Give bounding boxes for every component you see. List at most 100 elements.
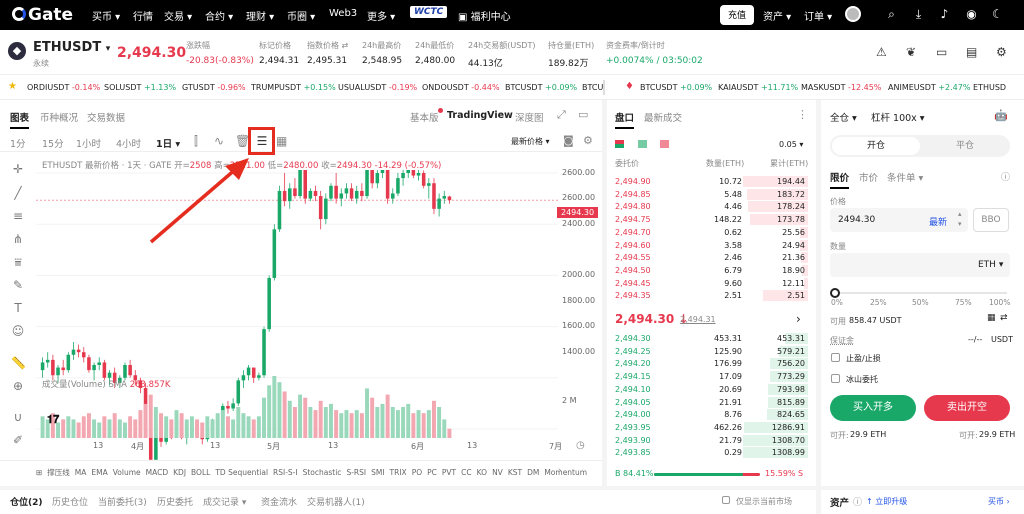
bid-row[interactable]: 2,494.00 8.76 824.65: [612, 409, 808, 421]
indicator-item[interactable]: TD Sequential: [215, 468, 268, 477]
bid-row[interactable]: 2,494.15 17.09 773.29: [612, 371, 808, 383]
indicator-item[interactable]: Momentum: [544, 468, 587, 477]
ticker-item[interactable]: SOLUSDT +1.13%: [104, 83, 176, 92]
ask-row[interactable]: 2,494.70 0.62 25.56: [612, 226, 808, 239]
margin-mode-select[interactable]: 全仓 ▾: [830, 110, 857, 124]
nav-trade[interactable]: 交易 ▾: [164, 8, 192, 23]
bid-row[interactable]: 2,493.85 0.29 1308.99: [612, 447, 808, 459]
indicator-settings-icon[interactable]: ⊞: [36, 468, 42, 477]
indicator-item[interactable]: S-RSI: [346, 468, 366, 477]
gear-icon[interactable]: ⚙: [583, 134, 593, 147]
tab-orderbook[interactable]: 盘口: [615, 110, 635, 129]
deposit-button[interactable]: 充值: [720, 5, 755, 25]
indicator-item[interactable]: PVT: [442, 468, 456, 477]
leaf-icon[interactable]: ❦: [906, 45, 916, 59]
ask-row[interactable]: 2,494.55 2.46 21.36: [612, 252, 808, 264]
sell-short-button[interactable]: 卖出开空: [924, 395, 1010, 421]
bbo-button[interactable]: BBO: [973, 208, 1009, 232]
ticker-item[interactable]: GTUSDT -0.96%: [182, 83, 246, 92]
mid-arrow-icon[interactable]: ›: [796, 312, 801, 326]
view-bids-icon[interactable]: [638, 140, 647, 148]
tab-positions[interactable]: 仓位(2): [10, 495, 43, 508]
nav-buy-crypto[interactable]: 买币 ▾: [92, 8, 120, 23]
pct-0[interactable]: 0%: [831, 298, 843, 307]
bid-row[interactable]: 2,494.30 453.31 453.31: [612, 333, 808, 345]
stepper-icon[interactable]: ▴ ▾: [958, 209, 962, 229]
qty-unit-select[interactable]: ETH ▾: [978, 260, 1003, 270]
pitchfork-icon[interactable]: ⋔: [11, 232, 25, 246]
indicator-item[interactable]: MACD: [146, 468, 168, 477]
candle-type-icon[interactable]: ⫿: [194, 134, 198, 149]
indicator-icon[interactable]: ∿: [214, 134, 224, 148]
indicator-item[interactable]: Volume: [113, 468, 141, 477]
nav-community[interactable]: 币圈 ▾: [287, 8, 315, 23]
tab-trade-data[interactable]: 交易数据: [87, 110, 125, 124]
fib-icon[interactable]: ⩸: [11, 255, 25, 269]
tab-overview[interactable]: 币种概况: [40, 110, 78, 124]
chevron-right-icon[interactable]: ›: [558, 466, 562, 476]
indicator-item[interactable]: MA: [75, 468, 87, 477]
upgrade-link[interactable]: ↑ 立即升级: [866, 496, 907, 507]
robot-icon[interactable]: 🤖: [994, 109, 1008, 122]
tpsl-checkbox[interactable]: [831, 353, 840, 362]
latest-price-button[interactable]: 最新: [929, 215, 947, 228]
info-icon[interactable]: ⓘ: [853, 495, 862, 508]
ask-row[interactable]: 2,494.90 10.72 194.44: [612, 176, 808, 188]
bid-row[interactable]: 2,493.95 462.26 1286.91: [612, 421, 808, 434]
brush-icon[interactable]: ✎: [11, 278, 25, 292]
bid-row[interactable]: 2,494.25 125.90 579.21: [612, 345, 808, 358]
close-tab[interactable]: 平仓: [922, 137, 1008, 155]
camera-icon[interactable]: ◙: [563, 134, 574, 147]
ticker-item[interactable]: USUALUSDT -0.19%: [338, 83, 417, 92]
indicator-item[interactable]: DM: [527, 468, 539, 477]
tab-tradingview[interactable]: TradingView: [447, 110, 513, 121]
interval-1h[interactable]: 1小时: [76, 136, 101, 150]
tab-trading-bot[interactable]: 交易机器人(1): [307, 495, 365, 508]
ticker-item[interactable]: BTCUSDT +0.09%: [640, 83, 712, 92]
trendline-icon[interactable]: ╱: [11, 186, 25, 200]
order-type-limit[interactable]: 限价: [830, 170, 850, 189]
clock-icon[interactable]: ◷: [576, 440, 585, 451]
crosshair-icon[interactable]: ✛: [11, 162, 25, 176]
moon-icon[interactable]: ☾: [991, 8, 1004, 21]
pct-50[interactable]: 50%: [912, 298, 929, 307]
download-icon[interactable]: ⤓: [912, 8, 925, 21]
horizontal-lines-icon[interactable]: ≡: [11, 209, 25, 223]
wctc-badge[interactable]: WCTC: [410, 6, 448, 18]
bid-row[interactable]: 2,494.20 176.99 756.20: [612, 358, 808, 370]
buy-coin-link[interactable]: 买币 ›: [988, 496, 1010, 507]
ticker-item[interactable]: ORDIUSDT -0.14%: [27, 83, 100, 92]
tab-position-history[interactable]: 历史仓位: [52, 495, 88, 508]
interval-15m[interactable]: 15分: [42, 136, 64, 150]
indicator-item[interactable]: PC: [427, 468, 437, 477]
qty-slider-thumb[interactable]: [830, 288, 840, 298]
current-market-label[interactable]: 仅显示当前市场: [736, 496, 792, 507]
bid-row[interactable]: 2,494.10 20.69 793.98: [612, 383, 808, 396]
ticker-item[interactable]: ETHUSD: [973, 83, 1006, 92]
nav-assets[interactable]: 资产 ▾: [763, 8, 791, 23]
open-tab[interactable]: 开仓: [832, 137, 920, 155]
ticker-item[interactable]: BTCUSDT +0.09%: [505, 83, 577, 92]
leverage-select[interactable]: 杠杆 100x ▾: [871, 110, 925, 124]
info-icon[interactable]: ⓘ: [1001, 170, 1010, 183]
ask-row[interactable]: 2,494.45 9.60 12.11: [612, 277, 808, 290]
buy-long-button[interactable]: 买入开多: [830, 395, 916, 421]
indicator-item[interactable]: 撑压线: [47, 467, 70, 478]
expand-icon[interactable]: ⤢: [557, 108, 566, 122]
tab-chart[interactable]: 图表: [10, 110, 30, 129]
tab-trade-history[interactable]: 成交记录 ▾: [203, 495, 246, 508]
indicator-item[interactable]: PO: [412, 468, 422, 477]
symbol-selector[interactable]: ETHUSDT ▾: [33, 40, 110, 55]
settings-icon[interactable]: ⚙: [996, 45, 1007, 59]
ticket-icon[interactable]: ▭: [936, 45, 947, 59]
indicator-item[interactable]: BOLL: [191, 468, 210, 477]
interval-1d[interactable]: 1日 ▾: [156, 136, 180, 150]
ask-row[interactable]: 2,494.80 4.46 178.24: [612, 201, 808, 213]
search-icon[interactable]: ⌕: [885, 8, 898, 21]
nav-markets[interactable]: 行情: [133, 8, 153, 23]
nav-orders[interactable]: 订单 ▾: [804, 8, 832, 23]
indicator-item[interactable]: KDJ: [173, 468, 186, 477]
qty-input[interactable]: ETH ▾: [830, 253, 1010, 277]
tab-order-history[interactable]: 历史委托: [157, 495, 193, 508]
indicator-item[interactable]: Stochastic: [303, 468, 342, 477]
